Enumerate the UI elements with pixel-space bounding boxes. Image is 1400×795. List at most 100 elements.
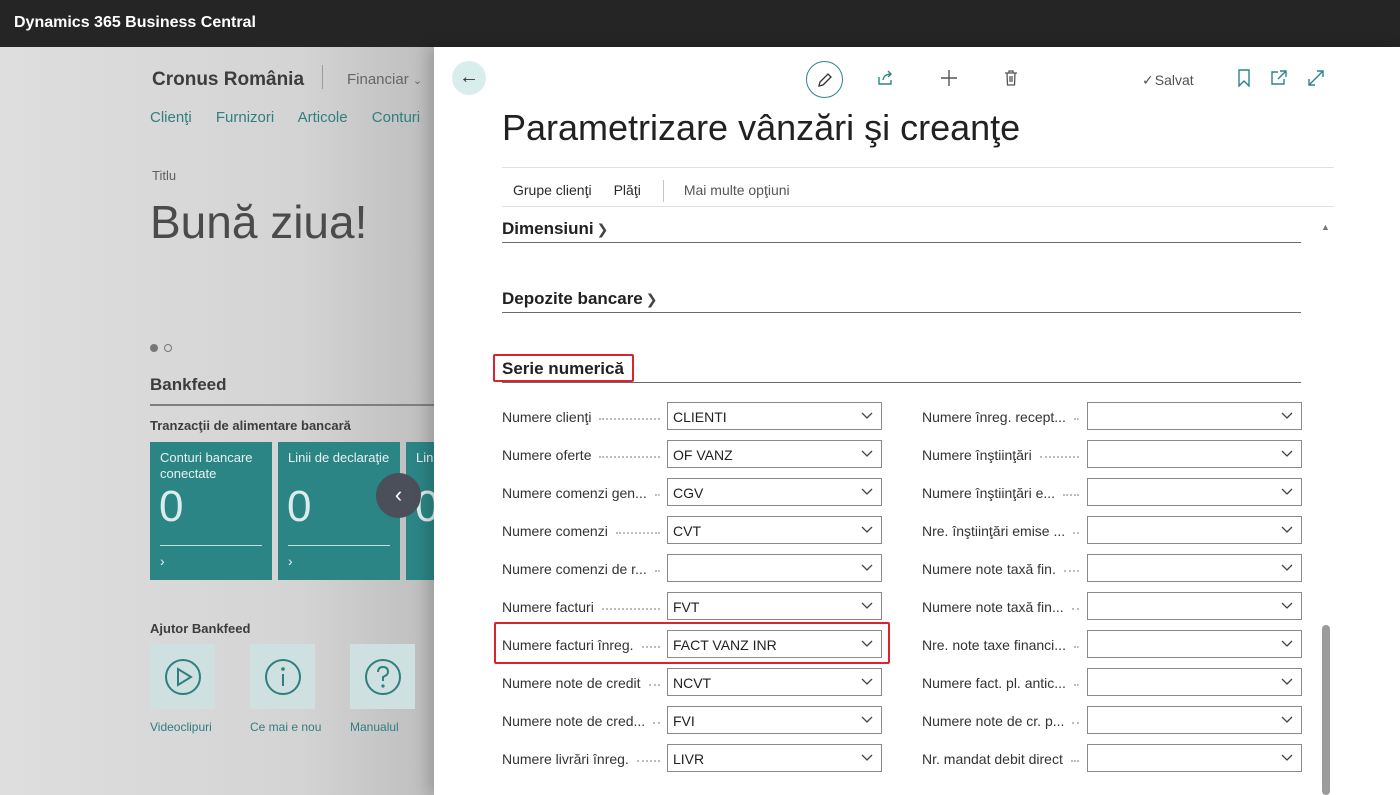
help-tile-videos[interactable] (150, 644, 215, 709)
cue-tile-label: Conturi bancare conectate (160, 450, 253, 481)
section-dimensions[interactable]: Dimensiuni ❯ (502, 219, 1301, 243)
cue-tile[interactable]: Conturi bancare conectate 0 › (150, 442, 272, 580)
info-icon (265, 659, 301, 695)
scrollbar-thumb[interactable] (1322, 625, 1330, 795)
number-series-select[interactable] (1087, 706, 1302, 734)
select-value: NCVT (673, 675, 712, 691)
label-leader-dots (1072, 722, 1079, 724)
field-label: Nre. note taxe financi... (922, 637, 1066, 653)
delete-button[interactable] (1002, 69, 1020, 92)
chevron-down-icon (861, 602, 873, 609)
number-series-select[interactable]: FVT (667, 592, 882, 620)
number-series-select[interactable] (1087, 478, 1302, 506)
greeting-headline: Bună ziua! (150, 196, 368, 248)
bookmark-button[interactable] (1235, 69, 1253, 92)
highlight-box (493, 354, 634, 382)
number-series-select[interactable] (1087, 592, 1302, 620)
field-label: Numere note de cr. p... (922, 713, 1065, 729)
chevron-down-icon (861, 488, 873, 495)
label-leader-dots (655, 494, 660, 496)
expand-icon (1308, 70, 1324, 86)
label-leader-dots (1074, 684, 1079, 686)
number-series-select[interactable]: FVI (667, 706, 882, 734)
setup-page-panel: ← ✓Salvat Parametrizare vânzări şi crean… (434, 47, 1400, 795)
carousel-dot[interactable] (164, 344, 173, 352)
scroll-up-arrow-icon[interactable]: ▲ (1321, 222, 1330, 232)
help-label[interactable]: Ce mai e nou (250, 720, 321, 734)
number-series-select[interactable] (1087, 630, 1302, 658)
number-series-select[interactable] (1087, 402, 1302, 430)
help-tile-whats-new[interactable] (250, 644, 315, 709)
cue-tile-value: 0 (287, 482, 312, 531)
plus-icon (941, 70, 957, 86)
open-new-window-icon (1271, 70, 1287, 85)
expand-button[interactable] (1307, 69, 1325, 92)
label-leader-dots (1074, 646, 1079, 648)
question-icon (365, 659, 401, 695)
label-leader-dots (1074, 418, 1079, 420)
label-leader-dots (1064, 570, 1079, 572)
action-payments[interactable]: Plăţi (614, 182, 641, 198)
nav-link[interactable]: Articole (298, 109, 348, 126)
back-button[interactable]: ← (452, 61, 486, 95)
number-series-select[interactable]: LIVR (667, 744, 882, 772)
section-title: Dimensiuni (502, 219, 594, 238)
more-options-button[interactable]: Mai multe opţiuni (684, 182, 790, 198)
label-leader-dots (599, 418, 660, 420)
divider (502, 206, 1334, 207)
help-section-title: Ajutor Bankfeed (150, 621, 251, 636)
action-customer-groups[interactable]: Grupe clienţi (513, 182, 592, 198)
label-leader-dots (1073, 532, 1079, 534)
header-divider (322, 65, 323, 89)
select-value: CLIENTI (673, 409, 727, 425)
chevron-right-icon: ❯ (645, 291, 658, 307)
number-series-select[interactable]: CVT (667, 516, 882, 544)
nav-links: Clienţi Furnizori Articole Conturi (150, 109, 440, 126)
number-series-select[interactable]: CLIENTI (667, 402, 882, 430)
section-bank-deposits[interactable]: Depozite bancare ❯ (502, 289, 1301, 313)
help-label[interactable]: Videoclipuri (150, 720, 212, 734)
saved-status: ✓Salvat (1142, 72, 1194, 89)
new-button[interactable] (940, 69, 958, 92)
share-button[interactable] (877, 69, 895, 92)
number-series-select[interactable]: CGV (667, 478, 882, 506)
app-title[interactable]: Dynamics 365 Business Central (14, 14, 256, 32)
select-value: CVT (673, 523, 701, 539)
company-name[interactable]: Cronus România (152, 69, 304, 91)
number-series-select[interactable] (667, 554, 882, 582)
chevron-down-icon (1281, 640, 1293, 647)
help-tile-manual[interactable] (350, 644, 415, 709)
chevron-down-icon (1281, 412, 1293, 419)
help-label[interactable]: Manualul (350, 720, 399, 734)
label-leader-dots (599, 456, 660, 458)
nav-link[interactable]: Clienţi (150, 109, 192, 126)
nav-link[interactable]: Conturi (372, 109, 420, 126)
chevron-down-icon: ⌄ (412, 75, 423, 87)
edit-button[interactable] (806, 61, 843, 98)
carousel-prev-button[interactable]: ‹ (376, 473, 421, 518)
number-series-select[interactable] (1087, 668, 1302, 696)
section-title: Depozite bancare (502, 289, 643, 308)
number-series-select[interactable] (1087, 744, 1302, 772)
field-label: Numere fact. pl. antic... (922, 675, 1066, 691)
cue-tile-value: 0 (159, 482, 184, 531)
number-series-select[interactable]: NCVT (667, 668, 882, 696)
open-new-window-button[interactable] (1270, 69, 1288, 92)
pencil-icon (818, 73, 832, 87)
highlight-box (494, 622, 890, 664)
number-series-select[interactable] (1087, 440, 1302, 468)
nav-link[interactable]: Furnizori (216, 109, 274, 126)
chevron-down-icon (1281, 716, 1293, 723)
chevron-down-icon (1281, 602, 1293, 609)
label-leader-dots (1063, 494, 1079, 496)
nav-menu-financiar[interactable]: Financiar ⌄ (347, 71, 422, 88)
carousel-dot-active[interactable] (150, 344, 158, 352)
number-series-select[interactable]: OF VANZ (667, 440, 882, 468)
number-series-select[interactable] (1087, 554, 1302, 582)
number-series-select[interactable] (1087, 516, 1302, 544)
carousel-dots (150, 339, 174, 357)
label-leader-dots (655, 570, 660, 572)
bankfeed-title: Bankfeed (150, 375, 227, 394)
chevron-down-icon (861, 526, 873, 533)
select-value: LIVR (673, 751, 705, 767)
